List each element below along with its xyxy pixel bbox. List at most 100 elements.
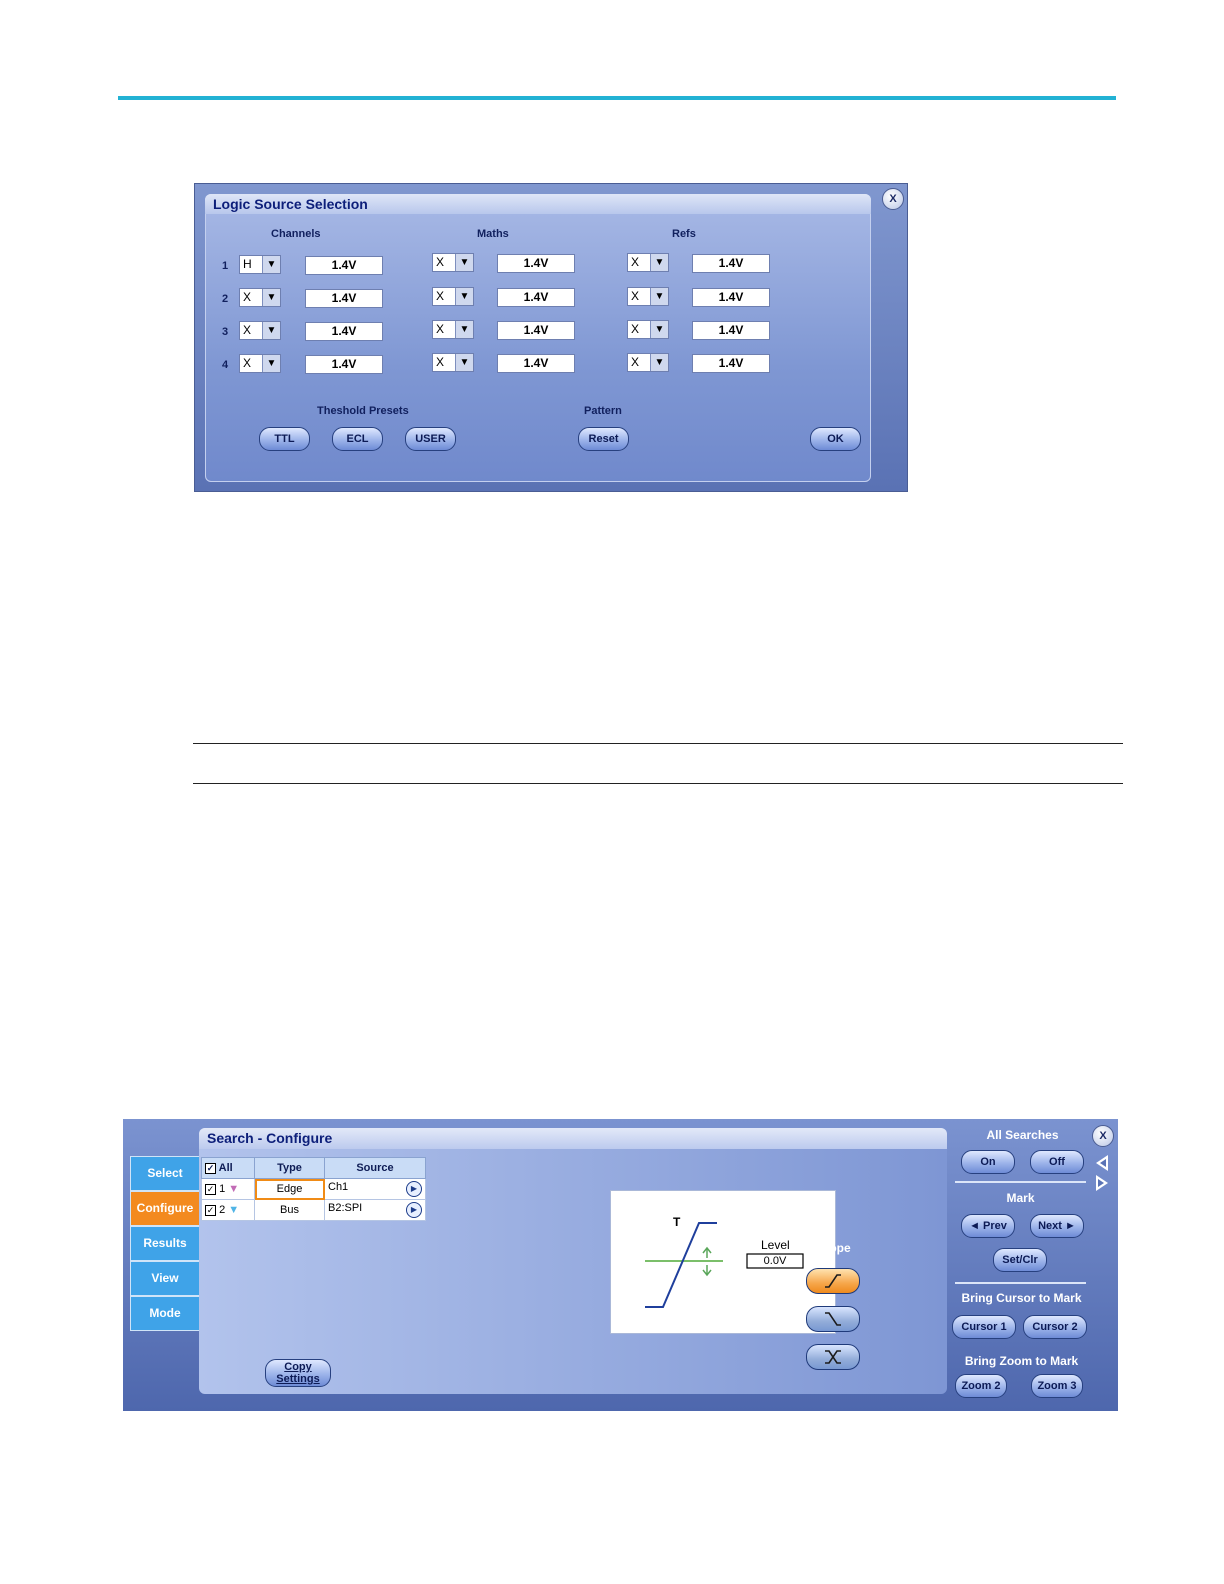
ref-1-state-select[interactable]: X ▼ (627, 253, 669, 272)
dropdown-arrow-icon[interactable]: ▼ (262, 289, 280, 306)
channel-1-state-select[interactable]: H ▼ (239, 255, 281, 274)
math-3-threshold-field[interactable]: 1.4V (497, 321, 575, 340)
row-number: 1 (222, 260, 229, 272)
next-mark-button[interactable]: Next ► (1030, 1214, 1084, 1238)
math-3-state-select[interactable]: X ▼ (432, 320, 474, 339)
dropdown-arrow-icon[interactable]: ▼ (455, 354, 473, 371)
ref-3-threshold-field[interactable]: 1.4V (692, 321, 770, 340)
zoom3-button[interactable]: Zoom 3 (1031, 1374, 1083, 1398)
dialog-titlebar: Logic Source Selection (205, 194, 871, 214)
level-value[interactable]: 0.0V (747, 1255, 803, 1267)
table-row[interactable]: ✓ 2 ▼ Bus B2:SPI ▶ (201, 1199, 426, 1221)
select-value: X (436, 355, 445, 369)
close-icon[interactable]: X (882, 188, 904, 210)
nav-mode[interactable]: Mode (130, 1296, 200, 1331)
channel-2-state-select[interactable]: X ▼ (239, 288, 281, 307)
select-value: X (436, 322, 445, 336)
math-2-threshold-field[interactable]: 1.4V (497, 288, 575, 307)
channel-3-threshold-field[interactable]: 1.4V (305, 322, 383, 341)
ref-1-threshold-field[interactable]: 1.4V (692, 254, 770, 273)
math-4-state-select[interactable]: X ▼ (432, 353, 474, 372)
cursor1-button[interactable]: Cursor 1 (952, 1315, 1016, 1339)
table-row[interactable]: ✓ 1 ▼ Edge Ch1 ▶ (201, 1178, 426, 1200)
searches-on-button[interactable]: On (961, 1150, 1015, 1174)
math-1-state-select[interactable]: X ▼ (432, 253, 474, 272)
searches-off-button[interactable]: Off (1030, 1150, 1084, 1174)
row-checkbox[interactable]: ✓ (205, 1204, 216, 1216)
either-slope-button[interactable] (806, 1344, 860, 1370)
nav-select[interactable]: Select (130, 1156, 200, 1191)
ttl-preset-button[interactable]: TTL (259, 427, 310, 451)
dropdown-arrow-icon[interactable]: ▼ (262, 256, 280, 273)
ok-button[interactable]: OK (810, 427, 861, 451)
play-arrow-icon[interactable]: ▶ (406, 1181, 422, 1197)
dropdown-arrow-icon[interactable]: ▼ (650, 354, 668, 371)
dropdown-arrow-icon[interactable]: ▼ (455, 254, 473, 271)
user-preset-button[interactable]: USER (405, 427, 456, 451)
either-edge-icon (825, 1350, 841, 1364)
type-cell[interactable]: Edge (254, 1178, 325, 1200)
cursor2-button[interactable]: Cursor 2 (1023, 1315, 1087, 1339)
dialog-body: Logic Source Selection Channels Maths Re… (205, 194, 871, 482)
header-rule (118, 96, 1116, 100)
channel-4-threshold-field[interactable]: 1.4V (305, 355, 383, 374)
ref-4-threshold-field[interactable]: 1.4V (692, 354, 770, 373)
math-1-threshold-field[interactable]: 1.4V (497, 254, 575, 273)
row-number: 2 (222, 293, 229, 305)
channel-4-state-select[interactable]: X ▼ (239, 354, 281, 373)
right-panel-divider (955, 1282, 1086, 1284)
nav-view[interactable]: View (130, 1261, 200, 1296)
source-cell[interactable]: B2:SPI ▶ (324, 1199, 426, 1221)
search-titlebar: Search - Configure (199, 1128, 947, 1149)
table-header-row: ✓ All Type Source (201, 1157, 426, 1179)
play-arrow-icon[interactable]: ▶ (406, 1202, 422, 1218)
copy-settings-button[interactable]: Copy Settings (265, 1359, 331, 1387)
close-icon[interactable]: X (1092, 1125, 1114, 1147)
dropdown-arrow-icon[interactable]: ▼ (650, 254, 668, 271)
nav-configure[interactable]: Configure (130, 1191, 200, 1226)
nav-results[interactable]: Results (130, 1226, 200, 1261)
channel-3-state-select[interactable]: X ▼ (239, 321, 281, 340)
row-number: 1 (219, 1183, 226, 1195)
reset-pattern-button[interactable]: Reset (578, 427, 629, 451)
type-header: Type (254, 1157, 325, 1179)
dropdown-arrow-icon[interactable]: ▼ (455, 288, 473, 305)
set-clear-mark-button[interactable]: Set/Clr (993, 1248, 1047, 1272)
maths-header: Maths (477, 228, 509, 240)
channel-1-threshold-field[interactable]: 1.4V (305, 256, 383, 275)
search-marker-icon: ▼ (228, 1183, 240, 1195)
all-header[interactable]: ✓ All (201, 1157, 255, 1179)
math-2-state-select[interactable]: X ▼ (432, 287, 474, 306)
falling-slope-button[interactable] (806, 1306, 860, 1332)
row-checkbox[interactable]: ✓ (205, 1183, 216, 1195)
select-value: X (243, 323, 252, 337)
rising-slope-button[interactable] (806, 1268, 860, 1294)
panel-left-arrow-inner (1100, 1159, 1106, 1167)
dropdown-arrow-icon[interactable]: ▼ (262, 322, 280, 339)
channel-2-threshold-field[interactable]: 1.4V (305, 289, 383, 308)
table-rule-top (193, 743, 1123, 744)
logic-source-selection-dialog: Logic Source Selection Channels Maths Re… (194, 183, 908, 492)
ref-4-state-select[interactable]: X ▼ (627, 353, 669, 372)
zoom2-button[interactable]: Zoom 2 (955, 1374, 1007, 1398)
ref-2-threshold-field[interactable]: 1.4V (692, 288, 770, 307)
row-select-cell[interactable]: ✓ 1 ▼ (201, 1178, 255, 1200)
dropdown-arrow-icon[interactable]: ▼ (650, 321, 668, 338)
ecl-preset-button[interactable]: ECL (332, 427, 383, 451)
level-label: Level (761, 1238, 790, 1252)
ref-3-state-select[interactable]: X ▼ (627, 320, 669, 339)
source-cell[interactable]: Ch1 ▶ (324, 1178, 426, 1200)
ref-2-state-select[interactable]: X ▼ (627, 287, 669, 306)
dropdown-arrow-icon[interactable]: ▼ (455, 321, 473, 338)
row-select-cell[interactable]: ✓ 2 ▼ (201, 1199, 255, 1221)
row-number: 2 (219, 1204, 226, 1216)
settings-label: Settings (276, 1373, 320, 1385)
type-cell[interactable]: Bus (254, 1199, 325, 1221)
prev-mark-button[interactable]: ◄ Prev (961, 1214, 1015, 1238)
dialog-title: Logic Source Selection (213, 196, 368, 212)
all-checkbox[interactable]: ✓ (205, 1162, 216, 1174)
math-4-threshold-field[interactable]: 1.4V (497, 354, 575, 373)
table-rule-bottom (193, 783, 1123, 784)
dropdown-arrow-icon[interactable]: ▼ (262, 355, 280, 372)
dropdown-arrow-icon[interactable]: ▼ (650, 288, 668, 305)
